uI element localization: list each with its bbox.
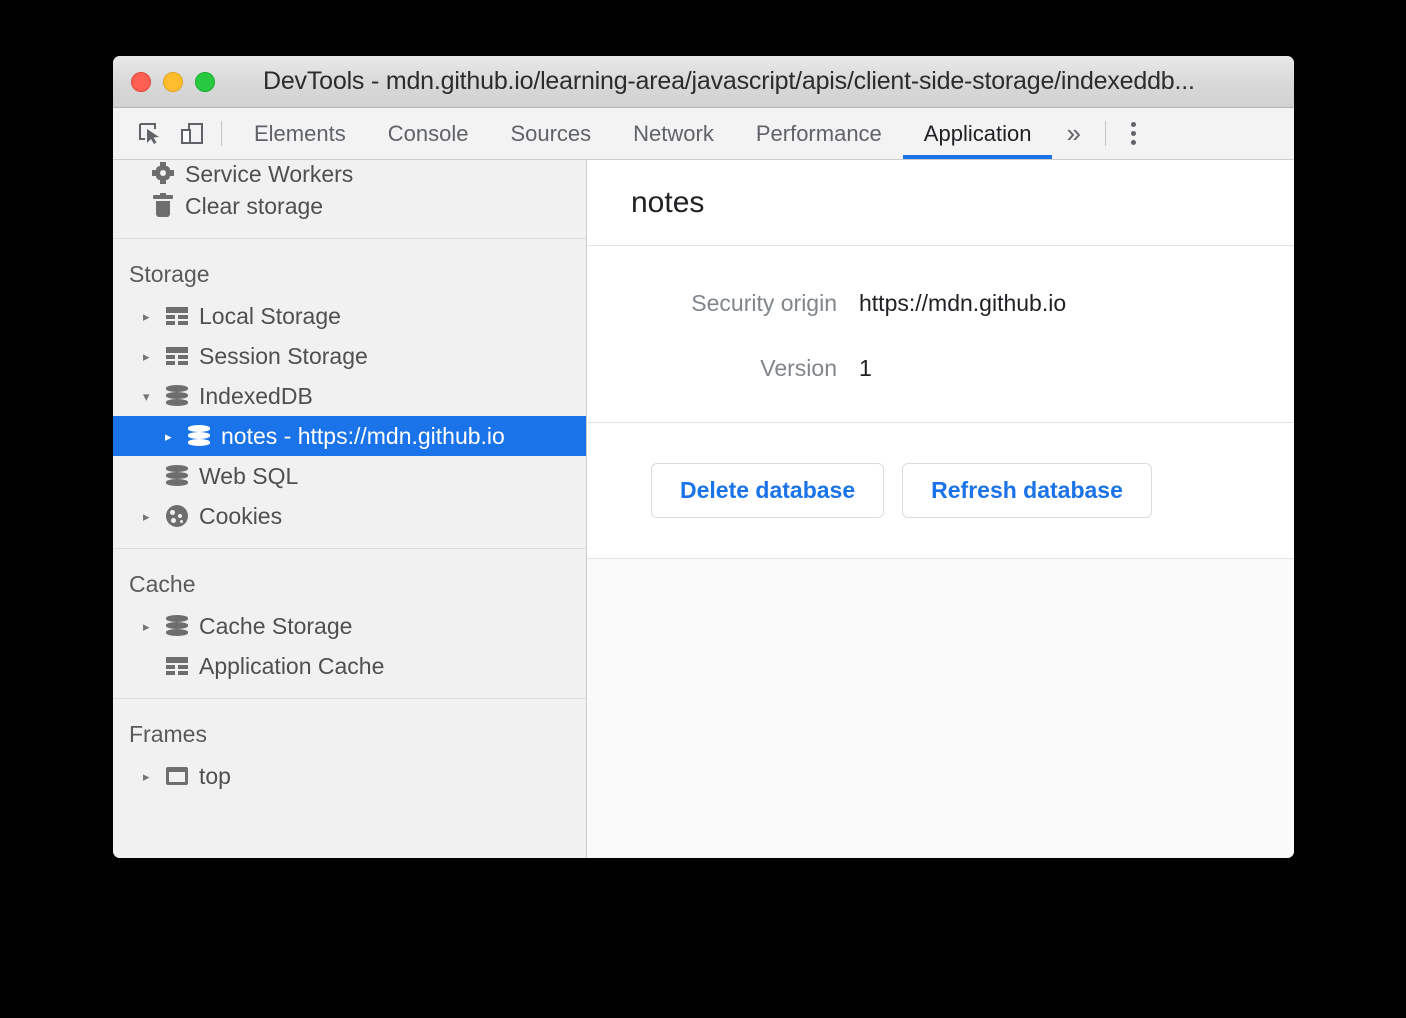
cookie-icon — [163, 503, 191, 529]
sidebar-section-label: Cache — [113, 549, 586, 606]
database-actions: Delete database Refresh database — [587, 423, 1294, 559]
expand-arrow[interactable]: ▸ — [143, 510, 163, 523]
tab-performance[interactable]: Performance — [735, 108, 903, 159]
inspect-element-icon — [138, 122, 162, 146]
sidebar-item-label: Session Storage — [199, 345, 368, 368]
sidebar-section-storage: Storage ▸ Local Storage ▸ Session Storag… — [113, 239, 586, 549]
more-options-icon[interactable] — [1114, 108, 1154, 159]
kebab-dot — [1131, 131, 1136, 136]
more-tabs-icon[interactable]: » — [1052, 108, 1096, 159]
devtools-toolbar: Elements Console Sources Network Perform… — [113, 108, 1294, 160]
table-icon — [163, 303, 191, 329]
collapse-arrow[interactable]: ▾ — [143, 390, 163, 403]
kebab-dot — [1131, 122, 1136, 127]
toolbar-divider — [221, 121, 222, 146]
sidebar-item-label: Local Storage — [199, 305, 341, 328]
metadata-value: https://mdn.github.io — [859, 290, 1066, 317]
sidebar-section-label: Frames — [113, 699, 586, 756]
sidebar-item-cache-storage[interactable]: ▸ Cache Storage — [113, 606, 586, 646]
sidebar-item-service-workers[interactable]: Service Workers — [113, 160, 586, 186]
sidebar-section-cache: Cache ▸ Cache Storage Application Cache — [113, 549, 586, 699]
tab-elements[interactable]: Elements — [233, 108, 367, 159]
sidebar-item-label: top — [199, 765, 231, 788]
gear-icon — [149, 160, 177, 186]
tab-network[interactable]: Network — [612, 108, 735, 159]
window-titlebar: DevTools - mdn.github.io/learning-area/j… — [113, 56, 1294, 108]
database-metadata: Security origin https://mdn.github.io Ve… — [587, 246, 1294, 423]
sidebar-item-label: Web SQL — [199, 465, 298, 488]
sidebar-item-label: IndexedDB — [199, 385, 313, 408]
application-panel: Service Workers Clear storage Storage ▸ — [113, 160, 1294, 858]
sidebar-item-label: Service Workers — [185, 163, 353, 186]
device-toolbar-button[interactable] — [171, 108, 213, 159]
page-title: notes — [631, 186, 704, 220]
expand-arrow[interactable]: ▸ — [143, 770, 163, 783]
expand-arrow[interactable]: ▸ — [165, 430, 185, 443]
sidebar-item-web-sql[interactable]: Web SQL — [113, 456, 586, 496]
kebab-dot — [1131, 140, 1136, 145]
inspect-element-button[interactable] — [129, 108, 171, 159]
metadata-row-security-origin: Security origin https://mdn.github.io — [587, 290, 1294, 317]
tab-console[interactable]: Console — [367, 108, 490, 159]
sidebar-item-label: Clear storage — [185, 195, 323, 218]
toolbar-divider-right — [1105, 121, 1106, 146]
database-icon — [163, 613, 191, 639]
sidebar-item-label: notes - https://mdn.github.io — [221, 425, 505, 448]
metadata-key: Security origin — [587, 290, 859, 317]
sidebar-item-label: Cookies — [199, 505, 282, 528]
sidebar-section-top: Service Workers Clear storage — [113, 160, 586, 239]
panel-tabs: Elements Console Sources Network Perform… — [233, 108, 1052, 159]
refresh-database-button[interactable]: Refresh database — [902, 463, 1152, 518]
sidebar-item-top-frame[interactable]: ▸ top — [113, 756, 586, 796]
sidebar-section-label: Storage — [113, 239, 586, 296]
tab-application[interactable]: Application — [903, 108, 1053, 159]
sidebar-item-indexeddb[interactable]: ▾ IndexedDB — [113, 376, 586, 416]
database-icon — [163, 463, 191, 489]
database-icon — [185, 423, 213, 449]
sidebar-item-label: Application Cache — [199, 655, 384, 678]
expand-arrow[interactable]: ▸ — [143, 620, 163, 633]
metadata-key: Version — [587, 355, 859, 382]
detail-empty-area — [587, 559, 1294, 858]
database-detail-view: notes Security origin https://mdn.github… — [587, 160, 1294, 858]
sidebar-item-session-storage[interactable]: ▸ Session Storage — [113, 336, 586, 376]
sidebar-section-frames: Frames ▸ top — [113, 699, 586, 808]
sidebar-item-application-cache[interactable]: Application Cache — [113, 646, 586, 686]
devtools-window: DevTools - mdn.github.io/learning-area/j… — [113, 56, 1294, 858]
metadata-row-version: Version 1 — [587, 355, 1294, 382]
frame-icon — [163, 763, 191, 789]
database-icon — [163, 383, 191, 409]
table-icon — [163, 653, 191, 679]
sidebar-item-local-storage[interactable]: ▸ Local Storage — [113, 296, 586, 336]
sidebar-item-clear-storage[interactable]: Clear storage — [113, 186, 586, 226]
device-toolbar-icon — [180, 122, 204, 146]
application-sidebar: Service Workers Clear storage Storage ▸ — [113, 160, 587, 858]
expand-arrow[interactable]: ▸ — [143, 350, 163, 363]
tab-sources[interactable]: Sources — [489, 108, 612, 159]
delete-database-button[interactable]: Delete database — [651, 463, 884, 518]
detail-header: notes — [587, 160, 1294, 246]
metadata-value: 1 — [859, 355, 872, 382]
sidebar-item-notes-database[interactable]: ▸ notes - https://mdn.github.io — [113, 416, 586, 456]
table-icon — [163, 343, 191, 369]
expand-arrow[interactable]: ▸ — [143, 310, 163, 323]
window-title: DevTools - mdn.github.io/learning-area/j… — [113, 67, 1294, 96]
trash-icon — [149, 193, 177, 219]
sidebar-item-label: Cache Storage — [199, 615, 352, 638]
sidebar-item-cookies[interactable]: ▸ Cookies — [113, 496, 586, 536]
